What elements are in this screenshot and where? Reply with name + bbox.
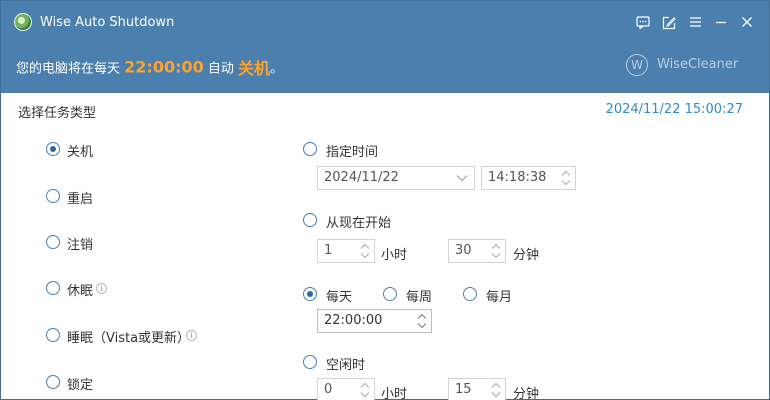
radio-specified-time[interactable] [303,142,317,156]
idle-hours-unit: 小时 [381,387,408,400]
summary-suffix: 。 [270,61,284,77]
minutes-unit: 分钟 [513,248,540,263]
idle-minutes-value: 15 [455,382,472,397]
radio-restart[interactable] [46,189,60,203]
radio-weekly[interactable] [383,287,397,301]
label-restart[interactable]: 重启 [67,188,93,207]
spinner-arrows-icon[interactable] [490,380,504,400]
minimize-icon[interactable] [711,13,731,33]
label-weekly[interactable]: 每周 [406,286,432,305]
wisecleaner-logo-icon: W [626,54,648,76]
date-picker[interactable]: 2024/11/22 [317,166,475,190]
idle-minutes-unit: 分钟 [513,387,540,400]
from-now-hours-value: 1 [324,243,333,258]
spinner-arrows-icon[interactable] [490,241,504,261]
idle-minutes-stepper[interactable]: 15 [448,378,506,400]
label-logoff[interactable]: 注销 [67,234,93,253]
time-picker-specified[interactable]: 14:18:38 [481,166,576,190]
from-now-minutes-value: 30 [455,243,472,258]
hibernate-info-icon[interactable]: i [96,283,107,294]
radio-lock[interactable] [46,375,60,389]
app-logo-icon [14,13,32,31]
hours-unit: 小时 [381,248,408,263]
edit-icon[interactable] [659,13,679,33]
spinner-arrows-icon[interactable] [359,380,373,400]
spinner-arrows-icon[interactable] [359,241,373,261]
radio-logoff[interactable] [46,235,60,249]
radio-daily[interactable] [303,287,317,301]
idle-hours-value: 0 [324,382,333,397]
radio-shutdown[interactable] [46,142,60,156]
app-window: Wise Auto Shutdown 您的电脑将在每天 22:00:00 自动 … [0,0,770,400]
idle-hours-stepper[interactable]: 0 [317,378,375,400]
date-value: 2024/11/22 [324,170,399,185]
sleep-info-icon[interactable]: i [186,330,197,341]
spinner-arrows-icon[interactable] [416,311,430,331]
radio-from-now[interactable] [303,213,317,227]
from-now-hours-stepper[interactable]: 1 [317,239,375,263]
summary-time: 22:00:00 [124,57,204,77]
window-title: Wise Auto Shutdown [40,15,175,30]
label-idle[interactable]: 空闲时 [326,354,365,373]
chat-icon[interactable] [633,13,653,33]
label-shutdown[interactable]: 关机 [67,141,93,160]
shutdown-summary: 您的电脑将在每天 22:00:00 自动 关机。 [16,55,283,79]
status-banner: 您的电脑将在每天 22:00:00 自动 关机。 W WiseCleaner [1,45,769,93]
radio-monthly[interactable] [463,287,477,301]
menu-icon[interactable] [685,13,705,33]
brand-name: WiseCleaner [657,57,739,72]
label-from-now[interactable]: 从现在开始 [326,212,391,231]
daily-time-value: 22:00:00 [324,313,383,328]
title-bar[interactable]: Wise Auto Shutdown [1,1,769,45]
summary-action: 关机 [238,59,271,78]
radio-hibernate[interactable] [46,281,60,295]
label-sleep[interactable]: 睡眠（Vista或更新） [67,327,190,346]
label-monthly[interactable]: 每月 [486,286,512,305]
specified-time-value: 14:18:38 [488,170,547,185]
radio-sleep[interactable] [46,328,60,342]
label-hibernate[interactable]: 休眠 [67,280,93,299]
radio-idle[interactable] [303,355,317,369]
daily-time-picker[interactable]: 22:00:00 [317,309,432,333]
summary-middle: 自动 [207,61,234,77]
label-daily[interactable]: 每天 [326,286,352,305]
summary-prefix: 您的电脑将在每天 [16,61,121,77]
from-now-minutes-stepper[interactable]: 30 [448,239,506,263]
label-lock[interactable]: 锁定 [67,374,93,393]
chevron-down-icon[interactable] [456,168,468,188]
close-icon[interactable] [737,13,757,33]
current-datetime: 2024/11/22 15:00:27 [605,102,743,117]
task-type-heading: 选择任务类型 [18,106,97,121]
spinner-arrows-icon[interactable] [560,168,574,188]
label-specified-time[interactable]: 指定时间 [326,141,378,160]
